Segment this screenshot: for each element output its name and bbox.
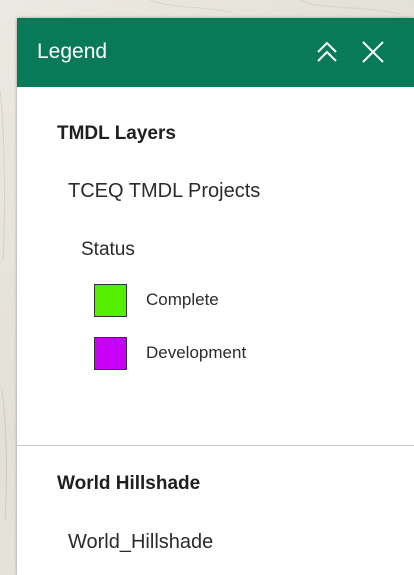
legend-item-label: Development bbox=[146, 343, 247, 362]
double-chevron-up-icon bbox=[317, 41, 337, 62]
collapse-button[interactable] bbox=[313, 38, 341, 66]
legend-title: Legend bbox=[37, 40, 108, 63]
layer-divider bbox=[17, 445, 414, 446]
layer-title-tmdl: TMDL Layers bbox=[57, 123, 176, 144]
legend-item-development: Development bbox=[94, 337, 394, 373]
color-swatch bbox=[94, 337, 127, 370]
close-button[interactable] bbox=[359, 38, 387, 66]
sublayer-title-hillshade: World_Hillshade bbox=[68, 531, 214, 553]
layer-title-hillshade: World Hillshade bbox=[57, 473, 201, 494]
color-swatch bbox=[94, 284, 127, 317]
sublayer-title-tceq: TCEQ TMDL Projects bbox=[68, 180, 261, 202]
field-label-status: Status bbox=[81, 239, 135, 260]
legend-panel: Legend TMDL Layers TCEQ TMDL Projects St… bbox=[17, 18, 414, 575]
legend-item-label: Complete bbox=[146, 290, 219, 309]
legend-item-complete: Complete bbox=[94, 284, 394, 320]
legend-header: Legend bbox=[17, 18, 414, 87]
close-icon bbox=[362, 41, 384, 63]
